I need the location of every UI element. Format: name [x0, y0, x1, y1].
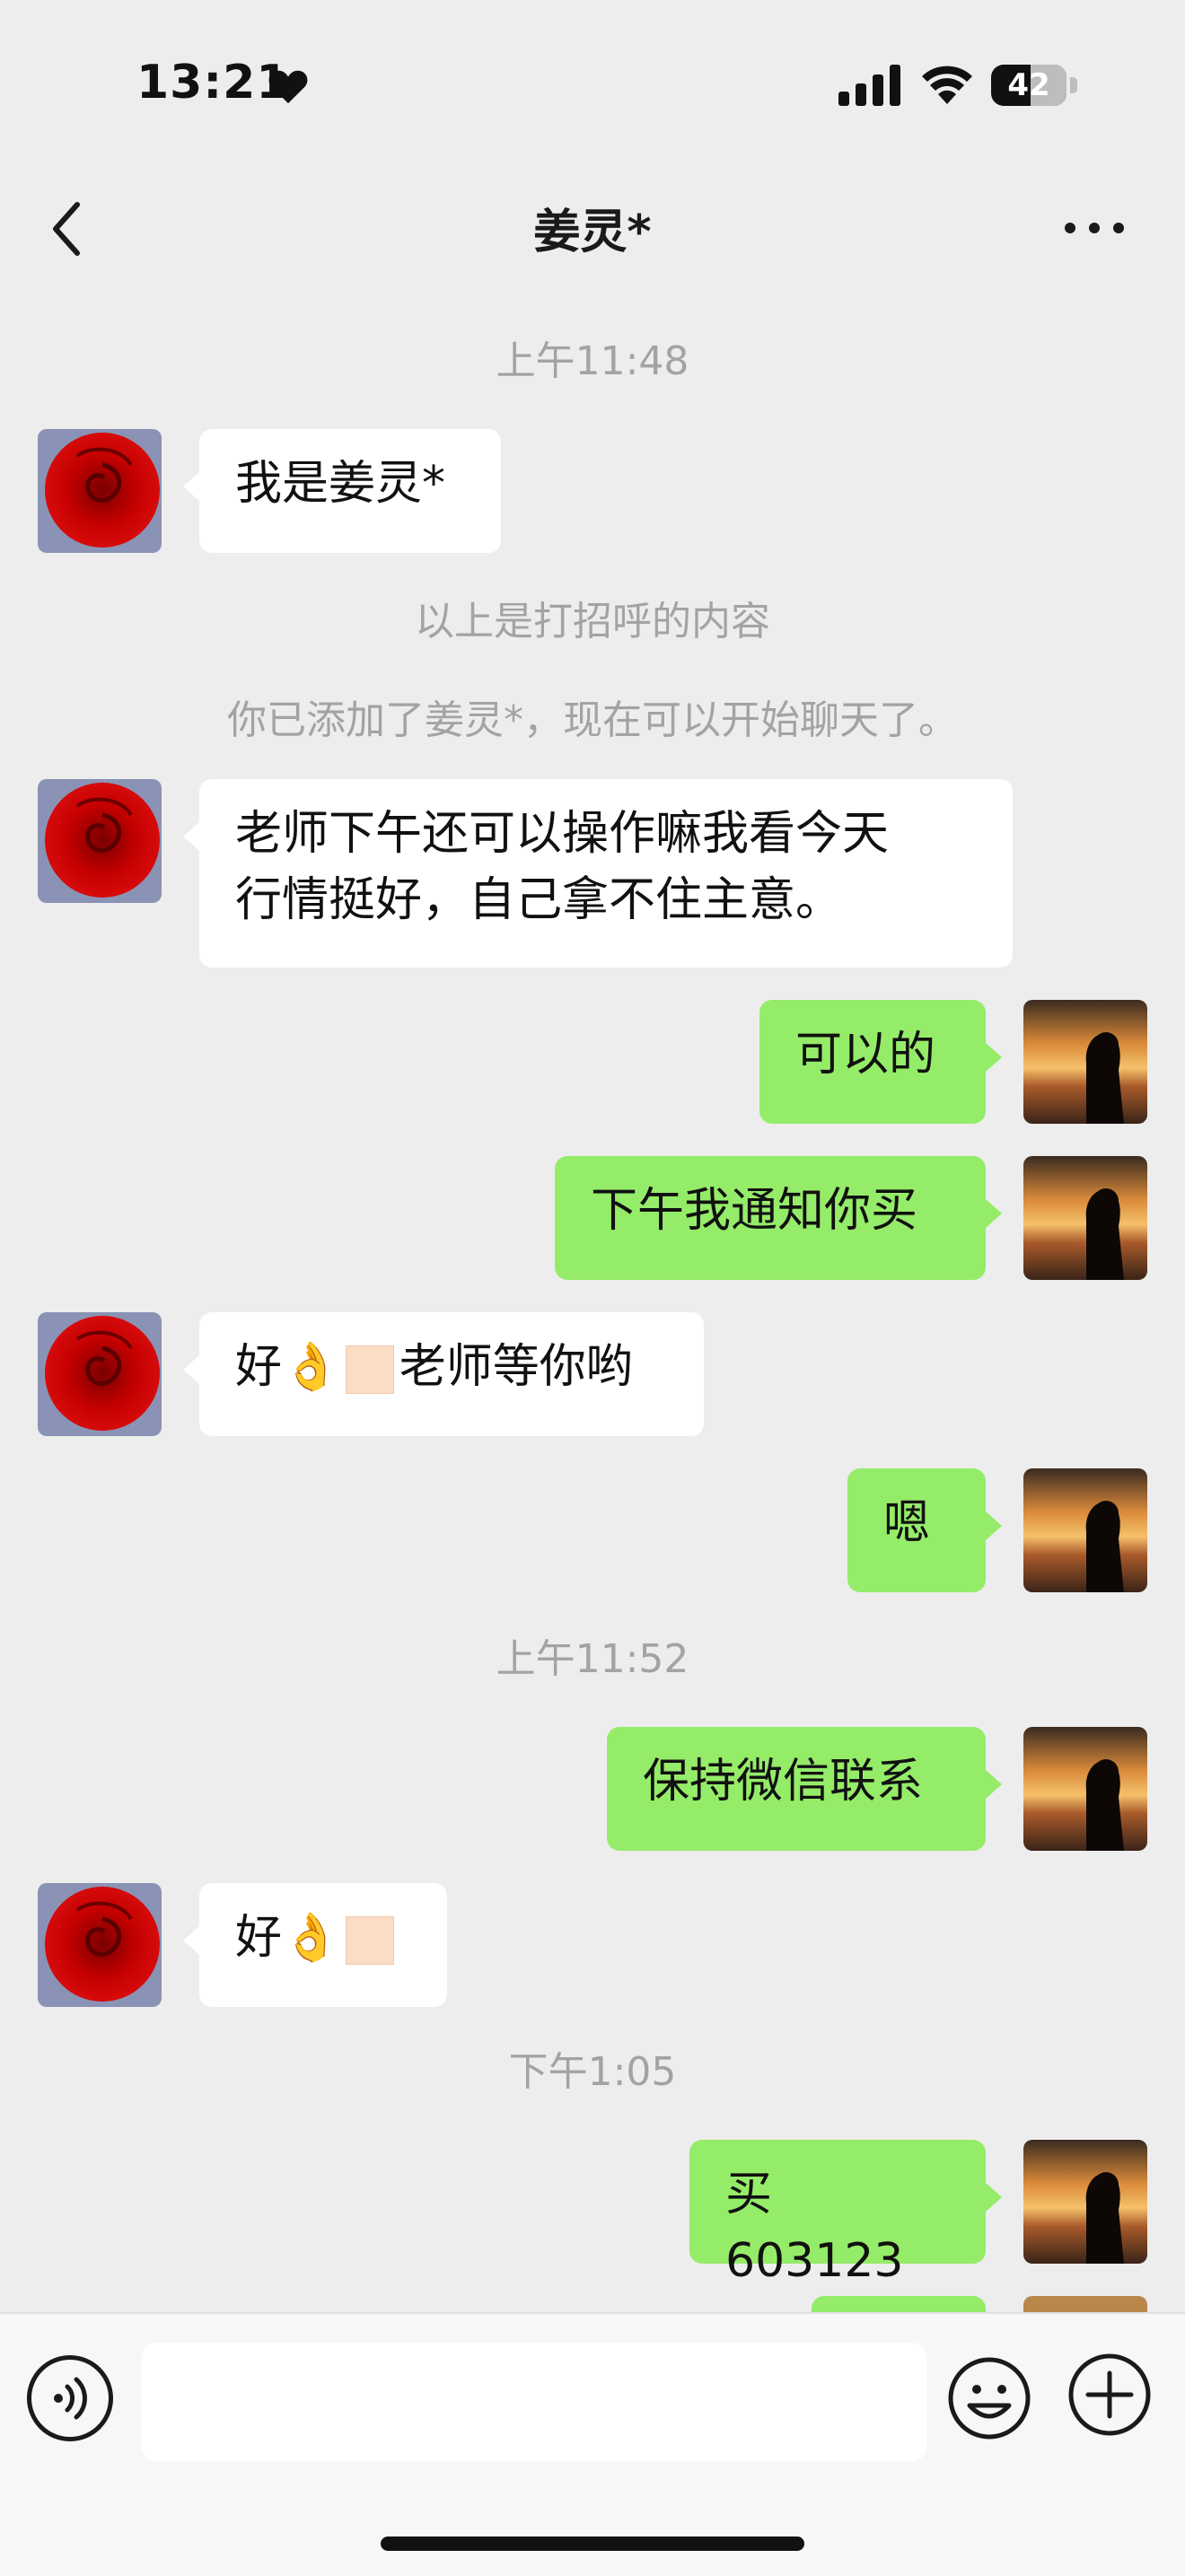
message-bubble-outgoing[interactable]: 可以的: [759, 1000, 1002, 1124]
system-message: 你已添加了姜灵*，现在可以开始聊天了。: [227, 697, 958, 743]
message-text: 可以的: [795, 1028, 936, 1082]
user-avatar[interactable]: [1023, 2140, 1147, 2264]
message-text: 好👌: [235, 1911, 340, 1965]
message-input[interactable]: [142, 2343, 926, 2461]
battery-level: 42: [1007, 67, 1050, 103]
message-bubble-outgoing[interactable]: 下午我通知你买: [555, 1156, 1002, 1280]
system-message: 以上是打招呼的内容: [415, 599, 770, 644]
plus-icon[interactable]: [1066, 2352, 1153, 2438]
battery-icon: 42: [991, 65, 1077, 108]
contact-avatar[interactable]: [38, 429, 162, 553]
timestamp: 上午11:48: [496, 338, 689, 384]
user-avatar[interactable]: [1023, 1156, 1147, 1280]
message-text: 我是姜灵*: [235, 457, 446, 511]
message-bubble-outgoing[interactable]: 保持微信联系: [607, 1727, 1002, 1851]
contact-avatar[interactable]: [38, 779, 162, 903]
chat-title: 姜灵*: [533, 206, 652, 259]
message-text: 好👌: [235, 1340, 340, 1394]
user-avatar[interactable]: [1023, 1727, 1147, 1851]
message-bubble-incoming[interactable]: 老师下午还可以操作嘛我看今天 行情挺好，自己拿不住主意。: [183, 779, 1013, 968]
status-bar: 13:21 42: [0, 0, 1185, 171]
skin-tone-emoji-icon: [345, 1345, 394, 1394]
message-bubble-outgoing[interactable]: 嗯: [847, 1468, 1002, 1592]
status-time: 13:21: [136, 56, 290, 110]
timestamp: 上午11:52: [496, 1636, 689, 1682]
heart-icon: [268, 70, 308, 104]
message-text: 买603123: [725, 2168, 904, 2288]
wifi-icon: [922, 66, 972, 104]
message-bubble-outgoing[interactable]: 买603123: [689, 2140, 1002, 2288]
skin-tone-emoji-icon: [345, 1916, 394, 1965]
message-bubble-incoming[interactable]: 我是姜灵*: [183, 429, 501, 553]
contact-avatar[interactable]: [38, 1883, 162, 2007]
message-text: 嗯: [883, 1496, 931, 1550]
contact-avatar[interactable]: [38, 1312, 162, 1436]
message-text: 老师等你哟: [399, 1340, 633, 1394]
message-text-line: 老师下午还可以操作嘛我看今天: [235, 807, 890, 861]
message-bubble-incoming[interactable]: 好👌 老师等你哟: [183, 1312, 704, 1436]
user-avatar[interactable]: [1023, 2296, 1147, 2314]
nav-bar: 姜灵*: [0, 171, 1185, 278]
emoji-icon[interactable]: [946, 2355, 1032, 2441]
message-text: 保持微信联系: [643, 1755, 924, 1809]
user-avatar[interactable]: [1023, 1000, 1147, 1124]
more-dots-icon[interactable]: [1063, 217, 1126, 239]
cellular-signal-icon: [838, 65, 900, 106]
voice-icon[interactable]: [27, 2355, 113, 2441]
message-text-line: 行情挺好，自己拿不住主意。: [235, 873, 843, 927]
message-text: 下午我通知你买: [591, 1184, 918, 1238]
message-bubble-incoming[interactable]: 好👌: [183, 1883, 447, 2007]
home-indicator: [381, 2537, 804, 2551]
user-avatar[interactable]: [1023, 1468, 1147, 1592]
timestamp: 下午1:05: [508, 2049, 677, 2095]
